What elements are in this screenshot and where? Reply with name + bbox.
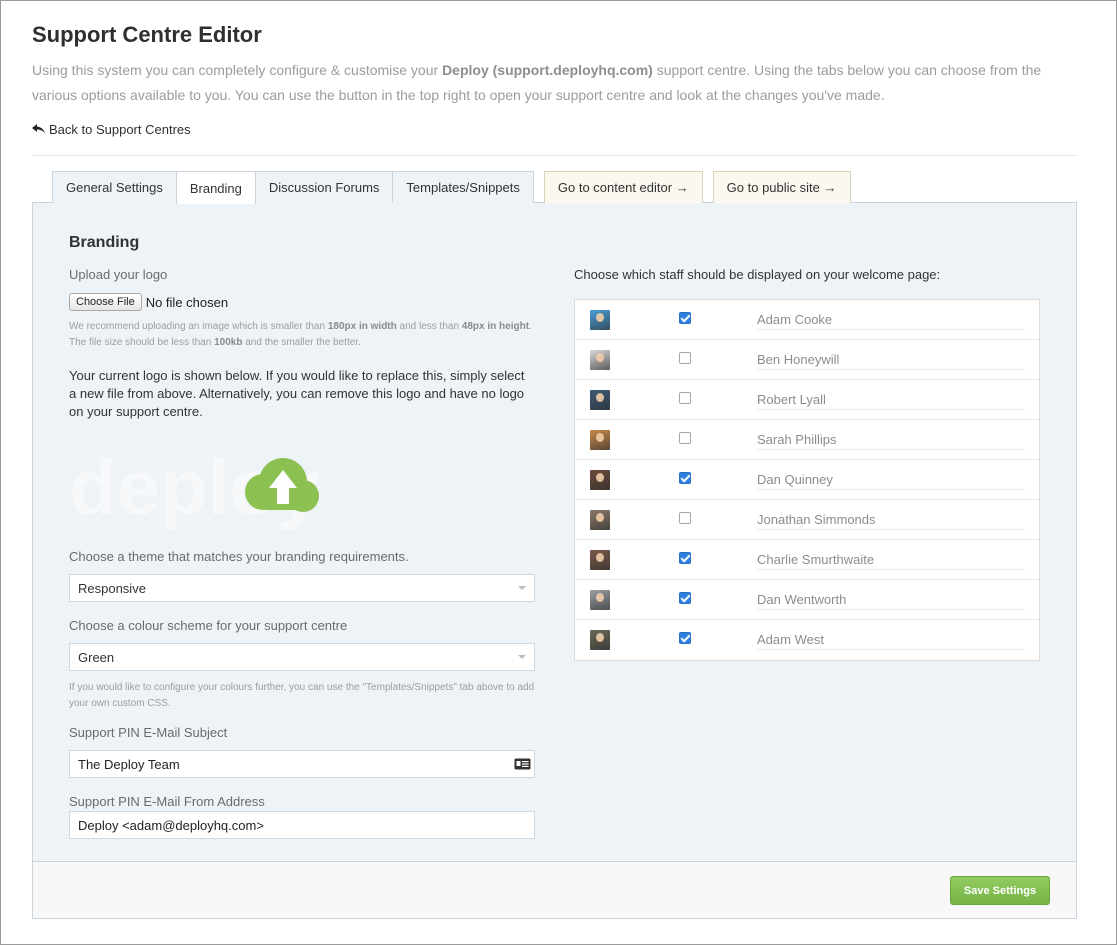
staff-checkbox[interactable] xyxy=(679,352,691,364)
current-logo: deploy xyxy=(69,442,369,532)
avatar xyxy=(590,590,610,610)
staff-row: Dan Wentworth xyxy=(575,580,1039,620)
colour-scheme-select[interactable]: Green xyxy=(69,643,535,671)
hint-part: and less than xyxy=(396,321,462,332)
staff-row: Robert Lyall xyxy=(575,380,1039,420)
avatar-face xyxy=(596,553,604,562)
avatar xyxy=(590,390,610,410)
staff-name: Jonathan Simmonds xyxy=(757,512,1025,530)
file-status: No file chosen xyxy=(145,294,229,310)
staff-name: Robert Lyall xyxy=(757,392,1025,410)
divider xyxy=(32,155,1077,156)
hint-part: and the smaller the better. xyxy=(242,337,361,348)
chevron-down-icon xyxy=(518,586,526,590)
avatar-face xyxy=(596,593,604,602)
staff-checkbox[interactable] xyxy=(679,472,691,484)
branding-panel: Branding Upload your logo Choose File No… xyxy=(32,202,1077,919)
avatar-face xyxy=(596,313,604,322)
staff-name: Adam Cooke xyxy=(757,312,1025,330)
avatar xyxy=(590,470,610,490)
tab-templates-snippets[interactable]: Templates/Snippets xyxy=(392,171,534,203)
intro-part: Using this system you can completely con… xyxy=(32,62,443,78)
page-title: Support Centre Editor xyxy=(32,22,262,47)
staff-title: Choose which staff should be displayed o… xyxy=(574,267,941,282)
staff-table: Adam Cooke Ben Honeywill Robert Lyall Sarah… xyxy=(574,299,1040,661)
staff-name: Ben Honeywill xyxy=(757,352,1025,370)
contact-card-icon[interactable] xyxy=(514,758,531,773)
theme-select-value: Responsive xyxy=(78,580,146,596)
pin-subject-input[interactable]: The Deploy Team xyxy=(69,750,535,778)
hint-part: We recommend uploading an image which is… xyxy=(69,321,328,332)
current-logo-text: Your current logo is shown below. If you… xyxy=(69,368,525,419)
staff-row: Charlie Smurthwaite xyxy=(575,540,1039,580)
colour-select-value: Green xyxy=(78,649,115,665)
panel-footer: Save Settings xyxy=(33,861,1076,918)
colour-scheme-label: Choose a colour scheme for your support … xyxy=(69,618,348,633)
back-arrow-icon xyxy=(32,123,45,137)
tab-bar: General Settings Branding Discussion Forum… xyxy=(52,171,861,204)
hint-size: 100kb xyxy=(214,337,243,348)
staff-checkbox[interactable] xyxy=(679,392,691,404)
staff-row: Ben Honeywill xyxy=(575,340,1039,380)
colour-hint: If you would like to configure your colo… xyxy=(69,682,535,709)
upload-hint: We recommend uploading an image which is… xyxy=(69,319,539,351)
content-editor-link[interactable]: Go to content editor → xyxy=(543,171,703,203)
staff-checkbox[interactable] xyxy=(679,512,691,524)
back-link-label: Back to Support Centres xyxy=(49,122,191,137)
hint-height: 48px in height xyxy=(461,321,530,332)
staff-name: Dan Wentworth xyxy=(757,592,1025,610)
intro-text: Using this system you can completely con… xyxy=(32,58,1072,108)
staff-row: Adam Cooke xyxy=(575,300,1039,340)
section-title: Branding xyxy=(69,234,140,251)
avatar xyxy=(590,550,610,570)
staff-row: Dan Quinney xyxy=(575,460,1039,500)
avatar-face xyxy=(596,473,604,482)
avatar xyxy=(590,350,610,370)
avatar xyxy=(590,630,610,650)
staff-name: Adam West xyxy=(757,632,1025,650)
theme-select[interactable]: Responsive xyxy=(69,574,535,602)
staff-checkbox[interactable] xyxy=(679,432,691,444)
avatar-face xyxy=(596,513,604,522)
staff-checkbox[interactable] xyxy=(679,592,691,604)
staff-row: Adam West xyxy=(575,620,1039,660)
avatar xyxy=(590,510,610,530)
staff-name: Charlie Smurthwaite xyxy=(757,552,1025,570)
upload-logo-label: Upload your logo xyxy=(69,267,168,282)
staff-checkbox[interactable] xyxy=(679,632,691,644)
back-link[interactable]: Back to Support Centres xyxy=(32,122,191,137)
public-site-link[interactable]: Go to public site → xyxy=(712,171,851,203)
avatar xyxy=(590,310,610,330)
avatar-face xyxy=(596,633,604,642)
staff-name: Sarah Phillips xyxy=(757,432,1025,450)
file-upload: Choose File No file chosen xyxy=(69,293,228,311)
tab-discussion-forums[interactable]: Discussion Forums xyxy=(254,171,394,203)
tab-branding[interactable]: Branding xyxy=(175,171,256,204)
avatar-face xyxy=(596,433,604,442)
pin-from-value: Deploy <adam@deployhq.com> xyxy=(78,817,264,833)
hint-width: 180px in width xyxy=(327,321,397,332)
avatar-face xyxy=(596,393,604,402)
save-settings-button[interactable]: Save Settings xyxy=(950,876,1050,905)
pin-subject-value: The Deploy Team xyxy=(78,756,180,772)
staff-name: Dan Quinney xyxy=(757,472,1025,490)
avatar-face xyxy=(596,353,604,362)
pin-from-label: Support PIN E-Mail From Address xyxy=(69,794,265,809)
pin-from-input[interactable]: Deploy <adam@deployhq.com> xyxy=(69,811,535,839)
staff-checkbox[interactable] xyxy=(679,312,691,324)
tab-general-settings[interactable]: General Settings xyxy=(52,171,177,203)
staff-checkbox[interactable] xyxy=(679,552,691,564)
choose-file-button[interactable]: Choose File xyxy=(69,293,142,311)
staff-row: Jonathan Simmonds xyxy=(575,500,1039,540)
staff-row: Sarah Phillips xyxy=(575,420,1039,460)
avatar xyxy=(590,430,610,450)
pin-subject-label: Support PIN E-Mail Subject xyxy=(69,725,228,740)
intro-site-name: Deploy (support.deployhq.com) xyxy=(442,62,653,78)
chevron-down-icon xyxy=(518,655,526,659)
theme-label: Choose a theme that matches your brandin… xyxy=(69,549,409,564)
